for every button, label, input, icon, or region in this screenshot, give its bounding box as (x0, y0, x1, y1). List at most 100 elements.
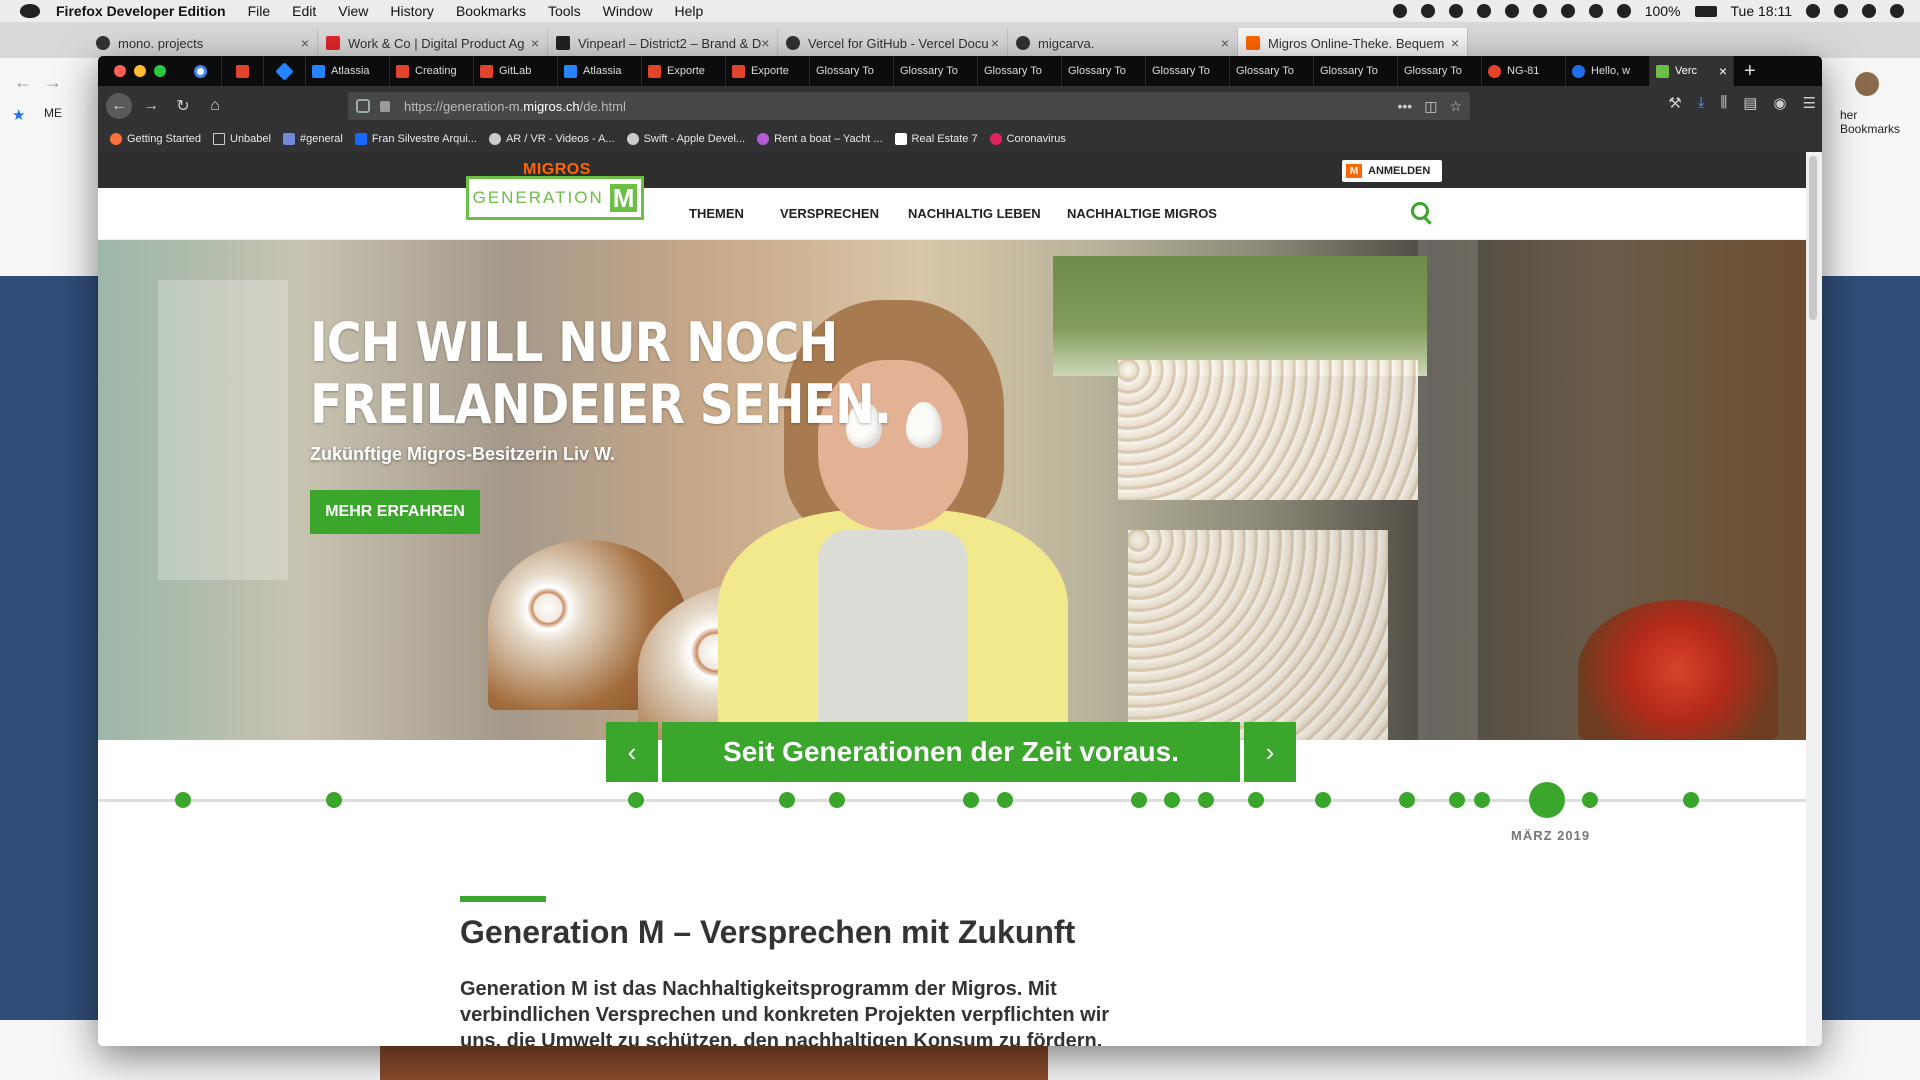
hamburger-menu-icon[interactable]: ☰ (1803, 94, 1816, 112)
onepassword-icon[interactable] (1420, 4, 1435, 18)
volume-icon[interactable] (1806, 4, 1820, 18)
home-button[interactable]: ⌂ (202, 93, 228, 119)
bookmark-star-icon[interactable]: ☆ (1449, 98, 1462, 115)
page-actions-icon[interactable]: ••• (1397, 98, 1412, 115)
timeline-dot[interactable] (1248, 792, 1264, 808)
wrench-icon[interactable]: ⚒ (1668, 94, 1681, 112)
bookmark-item[interactable]: AR / VR - Videos - A... (488, 133, 615, 145)
close-icon[interactable]: × (531, 35, 539, 51)
close-icon[interactable]: × (1221, 35, 1229, 51)
bookmark-item[interactable]: Coronavirus (989, 133, 1066, 145)
bg-other-bookmarks[interactable]: her Bookmarks (1840, 108, 1920, 136)
bookmark-folder[interactable]: Unbabel (213, 133, 271, 145)
bg-tab[interactable]: Vercel for GitHub - Vercel Docu × (778, 28, 1008, 58)
close-icon[interactable]: × (1719, 63, 1727, 79)
bg-tab[interactable]: Vinpearl – District2 – Brand & D × (548, 28, 778, 58)
bg-tab-active[interactable]: Migros Online-Theke. Bequem × (1238, 28, 1468, 58)
maximize-window-button[interactable] (154, 65, 166, 77)
menu-history[interactable]: History (390, 3, 434, 19)
tab[interactable]: Atlassia (306, 56, 390, 86)
nav-nachhaltig-leben[interactable]: NACHHALTIG LEBEN (908, 206, 1041, 221)
status-app-icon[interactable] (1448, 4, 1463, 18)
bg-tab[interactable]: migcarva. × (1008, 28, 1238, 58)
avatar[interactable] (1855, 72, 1879, 96)
forward-button[interactable]: → (138, 93, 164, 119)
tab[interactable]: Glossary To (1062, 56, 1146, 86)
close-icon[interactable]: × (761, 35, 769, 51)
bg-bookmark-folder[interactable]: ME (44, 106, 62, 120)
menu-window[interactable]: Window (603, 3, 653, 19)
menu-file[interactable]: File (248, 3, 271, 19)
tab[interactable]: Exporte (642, 56, 726, 86)
lock-icon[interactable] (380, 100, 390, 112)
nav-nachhaltige-migros[interactable]: NACHHALTIGE MIGROS (1067, 206, 1217, 221)
nav-themen[interactable]: THEMEN (689, 206, 744, 221)
menu-tools[interactable]: Tools (548, 3, 581, 19)
timeline-dot[interactable] (779, 792, 795, 808)
close-icon[interactable]: × (301, 35, 309, 51)
bookmark-item[interactable]: #general (282, 133, 343, 145)
keyboard-input-icon[interactable] (1560, 4, 1575, 18)
close-icon[interactable]: × (1451, 35, 1459, 51)
timeline-dot[interactable] (997, 792, 1013, 808)
generation-m-logo[interactable]: GENERATION M (466, 176, 644, 220)
timeline-dot-active[interactable] (1529, 782, 1565, 818)
wifi-icon[interactable] (1616, 4, 1631, 18)
url-bar[interactable]: https://generation-m.migros.ch/de.html •… (348, 92, 1470, 120)
tab[interactable]: Glossary To (978, 56, 1062, 86)
timeline-dot[interactable] (1399, 792, 1415, 808)
clock[interactable]: Tue 18:11 (1731, 3, 1793, 19)
sidebar-icon[interactable]: ▤ (1743, 94, 1757, 112)
chevron-left-icon[interactable]: ‹ (606, 722, 658, 782)
bookmark-item[interactable]: Swift - Apple Devel... (626, 133, 745, 145)
timeline-dot[interactable] (326, 792, 342, 808)
tab[interactable]: Glossary To (810, 56, 894, 86)
tab[interactable]: Glossary To (894, 56, 978, 86)
bookmark-item[interactable]: Rent a boat – Yacht ... (757, 133, 883, 145)
menu-edit[interactable]: Edit (292, 3, 316, 19)
bluetooth-icon[interactable] (1588, 4, 1603, 18)
battery-icon[interactable] (1694, 5, 1717, 17)
scrollbar-thumb[interactable] (1809, 156, 1817, 320)
tracking-shield-icon[interactable] (356, 99, 370, 113)
menu-bookmarks[interactable]: Bookmarks (456, 3, 526, 19)
menu-app-name[interactable]: Firefox Developer Edition (56, 3, 226, 19)
pinned-tab-gitlab[interactable] (222, 56, 264, 86)
download-icon[interactable]: ⤓ (1698, 94, 1705, 112)
timeline-dot[interactable] (1315, 792, 1331, 808)
url-text[interactable]: https://generation-m.migros.ch/de.html (404, 99, 626, 114)
timeline-dot[interactable] (175, 792, 191, 808)
pocket-icon[interactable]: ◫ (1424, 98, 1437, 115)
battery-percent[interactable]: 100% (1645, 3, 1681, 19)
tab[interactable]: GitLab (474, 56, 558, 86)
timeline-dot[interactable] (1474, 792, 1490, 808)
bookmark-item[interactable]: Real Estate 7 (894, 133, 978, 145)
timeline-dot[interactable] (1449, 792, 1465, 808)
account-icon[interactable]: ◉ (1773, 94, 1786, 112)
timeline-dot[interactable] (1131, 792, 1147, 808)
control-center-icon[interactable] (1890, 4, 1904, 18)
status-app-icon[interactable] (1532, 4, 1547, 18)
status-app-icon[interactable] (1392, 4, 1407, 18)
menu-view[interactable]: View (338, 3, 368, 19)
bookmark-item[interactable]: Getting Started (110, 133, 201, 145)
close-window-button[interactable] (114, 65, 126, 77)
tab[interactable]: Glossary To (1398, 56, 1482, 86)
bg-tab[interactable]: Work & Co | Digital Product Ag × (318, 28, 548, 58)
timeline-dot[interactable] (1683, 792, 1699, 808)
timeline-dot[interactable] (963, 792, 979, 808)
reload-button[interactable]: ↻ (170, 93, 196, 119)
tab[interactable]: NG-81 (1482, 56, 1566, 86)
apple-icon[interactable] (20, 4, 40, 18)
pinned-tab-google[interactable] (180, 56, 222, 86)
library-icon[interactable]: ⫼ (1720, 94, 1727, 112)
docker-icon[interactable] (1504, 4, 1519, 18)
bg-tab[interactable]: mono. projects × (88, 28, 318, 58)
close-icon[interactable]: × (991, 35, 999, 51)
timeline-dot[interactable] (628, 792, 644, 808)
bg-forward-icon[interactable]: → (44, 72, 62, 93)
bg-back-icon[interactable]: ← (14, 72, 32, 93)
tab[interactable]: Glossary To (1146, 56, 1230, 86)
bg-star-icon[interactable]: ★ (12, 106, 25, 124)
tab[interactable]: Glossary To (1314, 56, 1398, 86)
